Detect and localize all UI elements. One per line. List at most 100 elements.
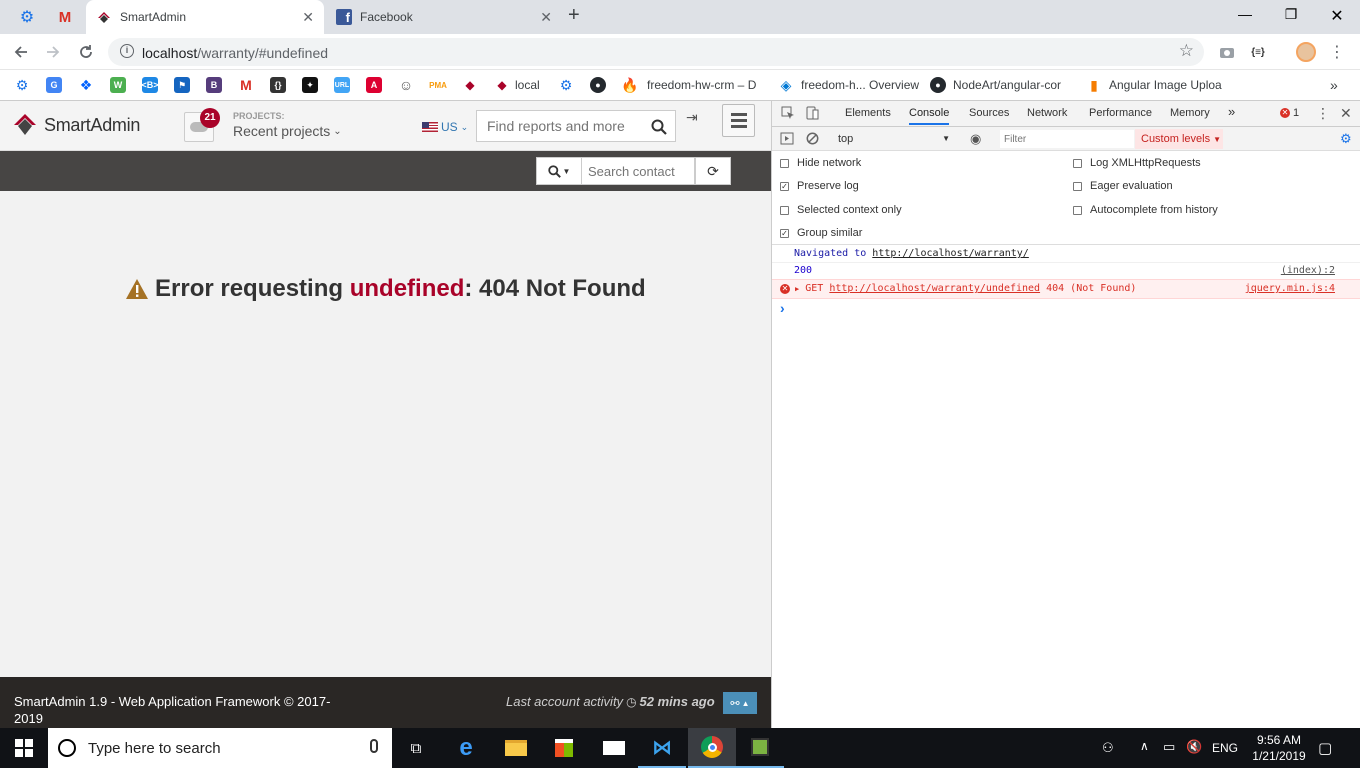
microphone-icon[interactable] — [370, 739, 378, 753]
more-bookmarks-button[interactable]: » — [1330, 76, 1338, 94]
checkbox-checked[interactable]: ✓ — [780, 228, 789, 238]
checkbox[interactable] — [1073, 205, 1082, 215]
bookmark-local[interactable]: ◆ local — [494, 76, 539, 94]
pinned-tab-gmail[interactable]: M — [46, 0, 84, 34]
clear-console-icon[interactable] — [806, 132, 819, 145]
close-devtools-button[interactable]: ✕ — [1340, 105, 1352, 122]
reports-search-input[interactable] — [477, 111, 647, 141]
autocomplete-option[interactable]: Autocomplete from history — [1073, 204, 1218, 216]
group-similar-option[interactable]: ✓ Group similar — [780, 227, 862, 239]
minimize-button[interactable]: — — [1230, 6, 1260, 22]
edge-button[interactable]: e — [442, 728, 490, 768]
eager-evaluation-option[interactable]: Eager evaluation — [1073, 180, 1173, 192]
bookmark-item[interactable]: ☺ — [398, 76, 414, 94]
tab-facebook[interactable]: f Facebook ✕ — [326, 0, 562, 34]
avatar[interactable] — [1296, 42, 1316, 62]
network-icon[interactable]: ▭ — [1163, 739, 1175, 755]
refresh-button[interactable]: ⟳ — [695, 157, 731, 185]
bookmark-item[interactable]: ● — [590, 76, 606, 94]
menu-toggle-button[interactable] — [722, 104, 755, 137]
task-view-button[interactable]: ⧉ — [392, 728, 440, 768]
selected-context-option[interactable]: Selected context only — [780, 204, 902, 216]
pinned-tab-settings[interactable]: ⚙ — [8, 0, 46, 34]
bookmark-item[interactable]: M — [238, 76, 254, 94]
bookmark-item[interactable]: <B> — [142, 76, 159, 94]
start-button[interactable] — [0, 728, 48, 768]
bookmark-item[interactable]: ◆ — [462, 76, 478, 94]
projects-dropdown[interactable]: PROJECTS: Recent projects ⌄ — [233, 111, 342, 139]
bookmark-angular-upload[interactable]: ▮ Angular Image Uploa — [1086, 76, 1222, 94]
console-prompt[interactable]: › — [780, 300, 785, 316]
close-tab-icon[interactable]: ✕ — [302, 9, 314, 26]
close-tab-icon[interactable]: ✕ — [540, 9, 552, 26]
expand-arrow-icon[interactable]: ▶ — [795, 285, 799, 293]
bookmark-item[interactable]: ⚙ — [14, 76, 30, 94]
volume-muted-icon[interactable]: 🔇 — [1186, 739, 1202, 755]
bookmark-star-icon[interactable]: ☆ — [1179, 41, 1194, 61]
checkbox[interactable] — [780, 205, 789, 215]
eye-icon[interactable]: ◉ — [970, 131, 981, 147]
preserve-log-option[interactable]: ✓ Preserve log — [780, 180, 859, 192]
new-tab-button[interactable]: + — [568, 4, 580, 27]
vscode-button[interactable]: ⋈ — [638, 728, 686, 768]
bookmark-nodeart[interactable]: ● NodeArt/angular-cor — [930, 76, 1061, 94]
mail-button[interactable] — [590, 728, 638, 768]
bookmark-item[interactable]: G — [46, 76, 62, 94]
more-tabs-button[interactable]: » — [1228, 104, 1235, 119]
close-window-button[interactable]: ✕ — [1322, 6, 1352, 26]
checkbox[interactable] — [1073, 158, 1082, 168]
error-counter[interactable]: ✕ 1 — [1280, 107, 1299, 119]
bookmark-freedom-overview[interactable]: ◈ freedom-h... Overview — [778, 76, 919, 94]
hide-network-option[interactable]: Hide network — [780, 157, 861, 169]
screenshot-extension[interactable] — [1216, 41, 1238, 63]
tab-elements[interactable]: Elements — [845, 107, 891, 119]
tab-network[interactable]: Network — [1027, 107, 1067, 119]
back-button[interactable] — [10, 41, 32, 63]
bookmark-item[interactable]: PMA — [429, 76, 447, 94]
bookmark-item[interactable]: URL — [334, 76, 350, 94]
inspect-element-icon[interactable] — [781, 106, 795, 120]
tab-memory[interactable]: Memory — [1170, 107, 1210, 119]
restore-button[interactable]: ❐ — [1276, 6, 1306, 23]
bookmark-item[interactable]: W — [110, 76, 126, 94]
language-dropdown[interactable]: US ⌄ — [422, 120, 468, 134]
console-filter-input[interactable] — [1000, 130, 1134, 148]
log-xhr-option[interactable]: Log XMLHttpRequests — [1073, 157, 1201, 169]
console-settings-gear-icon[interactable]: ⚙ — [1340, 131, 1352, 147]
bookmark-item[interactable]: ❖ — [78, 76, 94, 94]
input-language[interactable]: ENG — [1212, 741, 1238, 755]
app-button[interactable] — [736, 728, 784, 768]
forward-button[interactable] — [42, 41, 64, 63]
chrome-button[interactable] — [688, 728, 736, 768]
console-source-link[interactable]: (index):2 — [1281, 265, 1335, 276]
bookmark-item[interactable]: ✦ — [302, 76, 318, 94]
tab-performance[interactable]: Performance — [1089, 107, 1152, 119]
devtools-menu-button[interactable]: ⋮ — [1316, 105, 1330, 122]
device-toolbar-icon[interactable] — [805, 106, 819, 120]
notifications-button[interactable]: 21 — [184, 108, 220, 142]
error-url-link[interactable]: http://localhost/warranty/undefined — [829, 283, 1040, 294]
context-selector[interactable]: top ▼ — [832, 129, 956, 148]
brand-logo[interactable]: SmartAdmin — [12, 112, 140, 138]
log-levels-dropdown[interactable]: Custom levels ▼ — [1135, 129, 1223, 149]
chevron-up-icon[interactable]: ∧ — [1140, 739, 1149, 753]
checkbox-checked[interactable]: ✓ — [780, 181, 789, 191]
tab-sources[interactable]: Sources — [969, 107, 1009, 119]
bookmark-item[interactable]: ⚙ — [558, 76, 574, 94]
action-center-icon[interactable]: ▢ — [1318, 739, 1332, 757]
checkbox[interactable] — [1073, 181, 1082, 191]
json-extension[interactable]: {≡} — [1247, 41, 1269, 63]
store-button[interactable] — [540, 728, 588, 768]
contact-search-type-button[interactable]: ▼ — [536, 157, 582, 185]
bookmark-freedom-crm[interactable]: 🔥 freedom-hw-crm – D — [621, 76, 756, 94]
system-clock[interactable]: 9:56 AM 1/21/2019 — [1248, 732, 1310, 764]
search-icon[interactable] — [651, 119, 667, 135]
contact-search-input[interactable] — [582, 157, 695, 185]
file-explorer-button[interactable] — [492, 728, 540, 768]
people-icon[interactable]: ⚇ — [1102, 740, 1114, 756]
reload-button[interactable] — [75, 41, 97, 63]
checkbox[interactable] — [780, 158, 789, 168]
console-link[interactable]: http://localhost/warranty/ — [872, 248, 1029, 259]
footer-options-button[interactable]: ⚯ ▲ — [723, 692, 757, 714]
taskbar-search-box[interactable]: Type here to search — [48, 728, 392, 768]
